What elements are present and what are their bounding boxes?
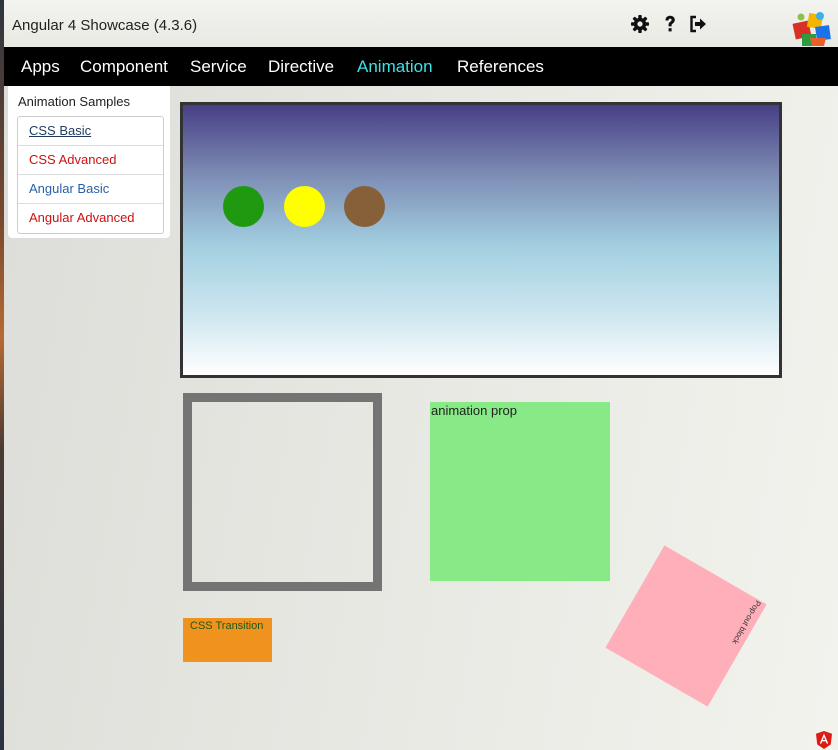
- brown-ball: [344, 186, 385, 227]
- nav-references[interactable]: References: [457, 57, 544, 77]
- showcase-logo: [792, 12, 831, 46]
- sidebar-item-css-basic[interactable]: CSS Basic: [18, 117, 163, 146]
- app-title: Angular 4 Showcase (4.3.6): [12, 17, 198, 34]
- sample-list: CSS Basic CSS Advanced Angular Basic Ang…: [17, 116, 164, 234]
- nav-service[interactable]: Service: [190, 57, 247, 77]
- nav-component[interactable]: Component: [80, 57, 168, 77]
- sidebar-item-angular-basic[interactable]: Angular Basic: [18, 175, 163, 204]
- pop-out-block: Pop-out block: [605, 545, 767, 707]
- nav-apps[interactable]: Apps: [21, 57, 60, 77]
- sidebar-item-angular-advanced[interactable]: Angular Advanced: [18, 204, 163, 233]
- sidebar-title: Animation Samples: [18, 94, 130, 109]
- yellow-ball: [284, 186, 325, 227]
- animation-prop-label: animation prop: [431, 403, 517, 418]
- sky-animation-box: [180, 102, 782, 378]
- css-transition-box[interactable]: CSS Transition: [183, 618, 272, 662]
- animation-prop-box: animation prop: [430, 402, 610, 581]
- nav-animation[interactable]: Animation: [357, 57, 433, 77]
- logout-icon[interactable]: [688, 14, 708, 34]
- help-icon[interactable]: [660, 14, 680, 34]
- pop-out-label: Pop-out block: [730, 598, 763, 646]
- border-animation-square: [183, 393, 382, 591]
- gear-icon[interactable]: [630, 14, 650, 34]
- css-transition-label: CSS Transition: [190, 620, 264, 632]
- nav-directive[interactable]: Directive: [268, 57, 334, 77]
- animation-samples-panel: Animation Samples CSS Basic CSS Advanced…: [8, 86, 170, 238]
- desktop-edge: [0, 0, 4, 750]
- sidebar-item-css-advanced[interactable]: CSS Advanced: [18, 146, 163, 175]
- green-ball: [223, 186, 264, 227]
- angular-icon: [816, 731, 832, 749]
- title-bar: Angular 4 Showcase (4.3.6): [4, 0, 838, 47]
- main-navbar: Apps Component Service Directive Animati…: [4, 47, 838, 86]
